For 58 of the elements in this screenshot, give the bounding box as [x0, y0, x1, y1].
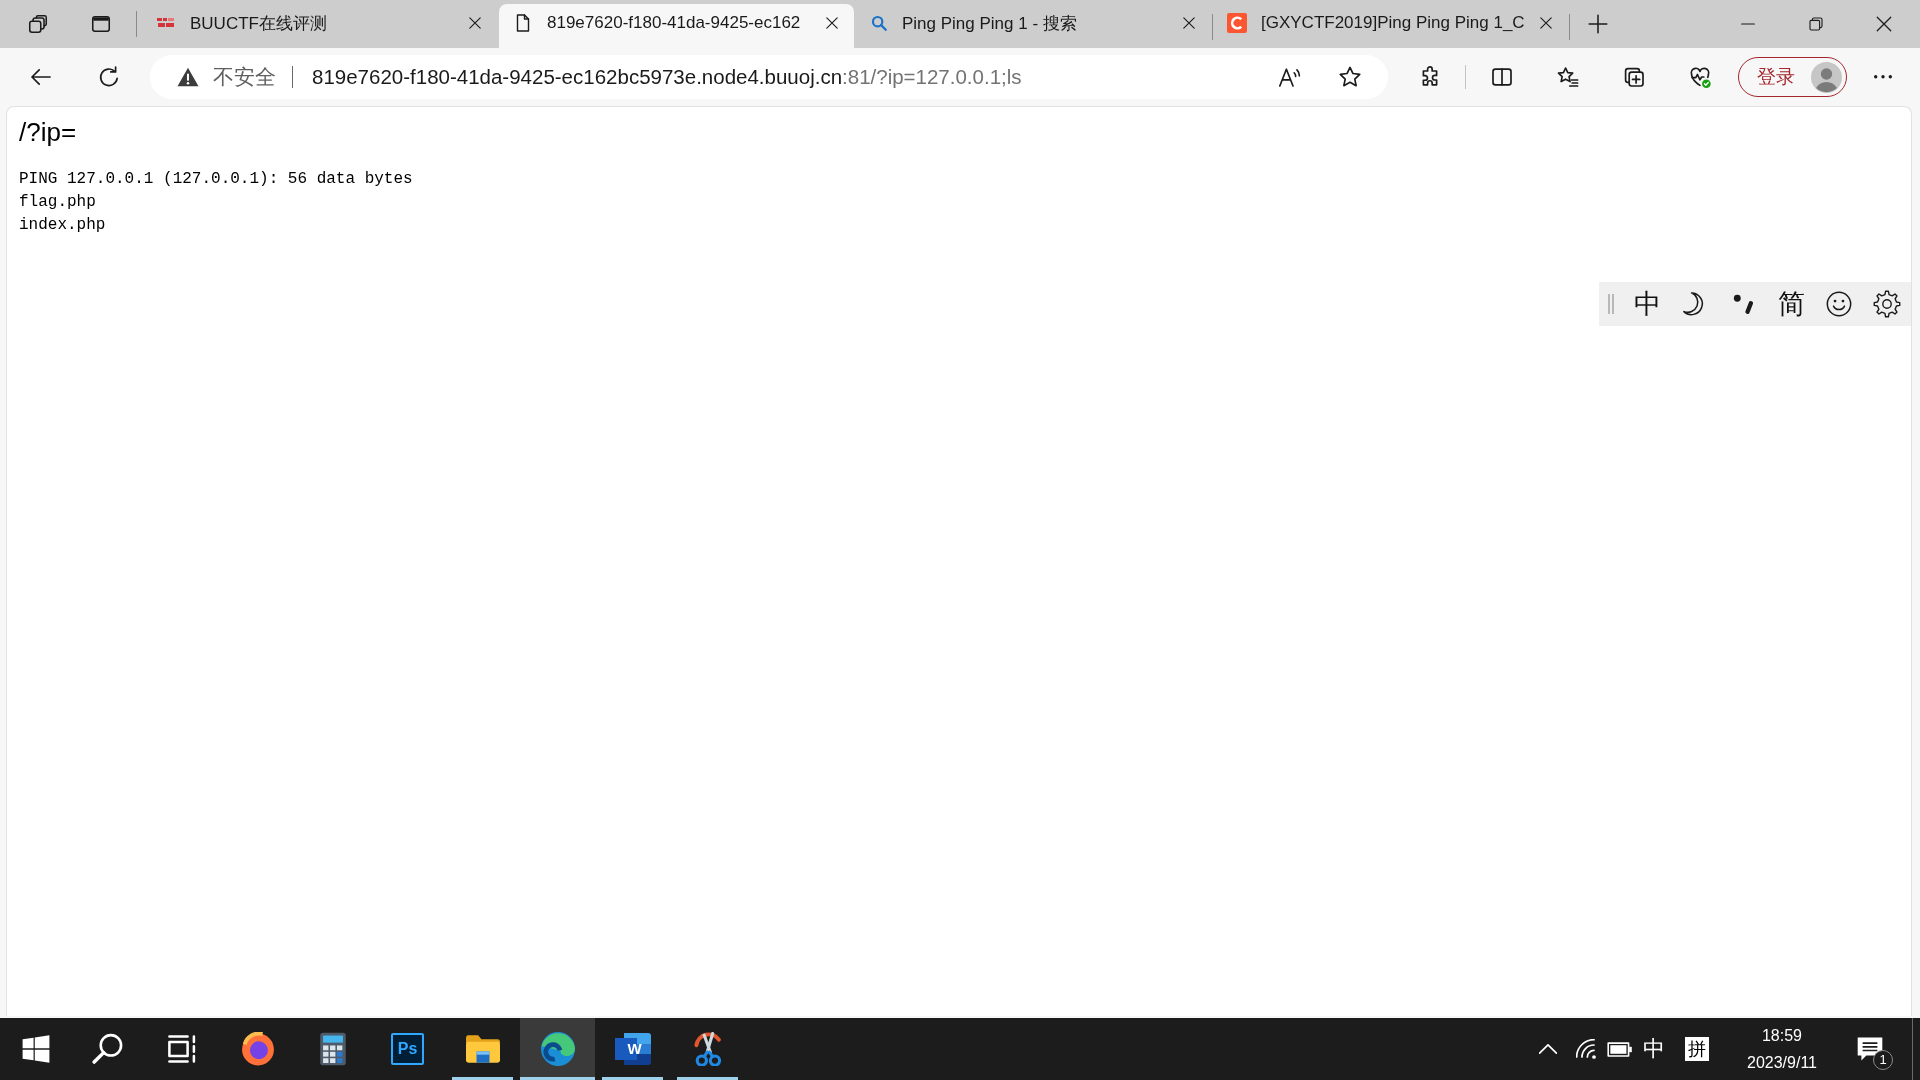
star-icon — [1338, 65, 1362, 89]
refresh-icon — [97, 65, 121, 89]
battery-icon — [1607, 1041, 1633, 1057]
search-icon — [92, 1033, 124, 1065]
taskbar-button[interactable]: W — [595, 1018, 670, 1080]
plus-icon — [1587, 13, 1609, 35]
more-icon — [1874, 75, 1892, 79]
search-icon — [870, 14, 888, 32]
browser-tab[interactable]: BUUCTF在线评测 — [142, 4, 497, 48]
collections-icon — [1622, 65, 1646, 89]
page-heading: /?ip= — [19, 117, 77, 147]
close-icon — [1538, 15, 1554, 31]
read-aloud-icon — [1278, 65, 1302, 89]
restore-icon — [1808, 16, 1824, 32]
taskbar-button[interactable]: Ps — [370, 1018, 445, 1080]
input-language-button[interactable]: 中 — [1635, 1018, 1673, 1080]
close-icon — [467, 15, 483, 31]
close-icon — [1181, 15, 1197, 31]
output-line: index.php — [19, 215, 106, 236]
swirl-icon — [540, 1032, 575, 1066]
task-view-icon — [168, 1035, 196, 1063]
smiley-icon — [1825, 290, 1853, 318]
split-screen-icon — [1490, 65, 1514, 89]
app-logo: Ps — [391, 1033, 424, 1065]
globe-icon — [240, 1032, 275, 1066]
taskbar-button[interactable] — [520, 1018, 595, 1080]
clock-button[interactable]: 18:59 2023/9/11 — [1721, 1018, 1843, 1080]
gear-icon — [1873, 290, 1901, 318]
windows-logo-icon — [22, 1035, 50, 1063]
warning-icon — [177, 66, 199, 88]
folder-icon — [465, 1032, 500, 1066]
url-text[interactable]: 819e7620-f180-41da-9425-ec162bc5973e.node4.buuoj.cn:81/?ip=127.0.0.1;ls — [312, 65, 1022, 89]
notification-badge: 1 — [1873, 1050, 1893, 1070]
security-label[interactable]: 不安全 — [213, 63, 276, 91]
wifi-icon — [1576, 1039, 1596, 1059]
workspaces-icon — [27, 13, 49, 35]
ime-mode-button[interactable]: 拼 — [1685, 1037, 1709, 1061]
logo-icon — [1227, 13, 1247, 33]
close-icon — [1875, 15, 1893, 33]
browser-tab[interactable]: Ping Ping Ping 1 - 搜索 — [856, 4, 1211, 48]
window-icon — [90, 13, 112, 35]
browser-tab[interactable]: 819e7620-f180-41da-9425-ec162 — [499, 4, 854, 48]
minimize-icon — [1740, 23, 1756, 25]
close-icon — [824, 15, 840, 31]
app-logo: W — [614, 1033, 651, 1065]
browser-tab[interactable]: [GXYCTF2019]Ping Ping Ping 1_C — [1213, 4, 1568, 48]
output-line: PING 127.0.0.1 (127.0.0.1): 56 data bytes — [19, 169, 413, 190]
favorites-icon — [1556, 65, 1580, 89]
input-mode-button[interactable]: 中 — [1623, 282, 1671, 326]
address-bar[interactable]: 不安全 819e7620-f180-41da-9425-ec162bc5973e.node4.buuoj.cn:81/?ip=127.0.0.1;ls — [150, 55, 1388, 99]
notifications-button[interactable]: 1 — [1843, 1018, 1897, 1080]
grip-icon — [1608, 294, 1614, 314]
output-line: flag.php — [19, 192, 96, 213]
heart-pulse-icon — [1688, 65, 1712, 89]
avatar-icon — [1811, 61, 1842, 93]
caret-up-icon — [1539, 1044, 1557, 1054]
punctuation-icon — [1733, 294, 1753, 314]
charset-button[interactable]: 简 — [1767, 282, 1815, 326]
